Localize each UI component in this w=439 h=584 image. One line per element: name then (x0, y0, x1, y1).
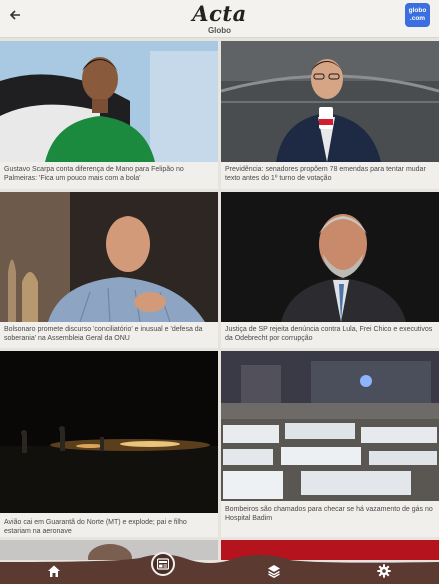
article-caption: Bombeiros são chamados para checar se há… (225, 506, 433, 522)
article-image (221, 41, 439, 162)
article-card[interactable]: Avião cai em Guarantã do Norte (MT) e ex… (0, 351, 218, 537)
globo-logo[interactable]: globo .com (405, 3, 430, 27)
article-image (0, 192, 218, 322)
article-image (221, 192, 439, 322)
app-header: Acta Globo globo .com (0, 0, 439, 38)
nav-news[interactable] (151, 552, 175, 576)
home-icon (48, 565, 60, 577)
app-title: Acta (192, 1, 247, 26)
layers-icon (268, 565, 280, 579)
nav-settings[interactable] (377, 564, 391, 578)
article-card[interactable]: Gustavo Scarpa conta diferença de Mano p… (0, 41, 218, 189)
article-card[interactable]: Bombeiros são chamados para checar se há… (221, 351, 439, 537)
article-card[interactable]: Bolsonaro promete discurso 'conciliatóri… (0, 192, 218, 348)
brand-line-2: .com (409, 15, 426, 22)
bottom-nav (0, 552, 439, 584)
nav-home[interactable] (47, 564, 61, 578)
article-caption: Gustavo Scarpa conta diferença de Mano p… (4, 166, 184, 182)
article-card[interactable]: Previdência: senadores propõem 78 emenda… (221, 41, 439, 189)
article-caption: Justiça de SP rejeita denúncia contra Lu… (225, 326, 433, 342)
nav-layers[interactable] (267, 564, 281, 579)
article-caption: Avião cai em Guarantã do Norte (MT) e ex… (4, 519, 187, 535)
bottom-nav-background (0, 554, 439, 584)
article-image (0, 351, 218, 513)
article-caption: Bolsonaro promete discurso 'conciliatóri… (4, 326, 203, 342)
article-caption: Previdência: senadores propõem 78 emenda… (225, 166, 426, 182)
news-icon (157, 558, 169, 570)
article-image (221, 351, 439, 501)
article-image (0, 41, 218, 162)
article-card[interactable]: Justiça de SP rejeita denúncia contra Lu… (221, 192, 439, 348)
app-subtitle: Globo (207, 26, 232, 35)
gear-icon (377, 564, 391, 578)
brand-line-1: globo (408, 7, 427, 14)
